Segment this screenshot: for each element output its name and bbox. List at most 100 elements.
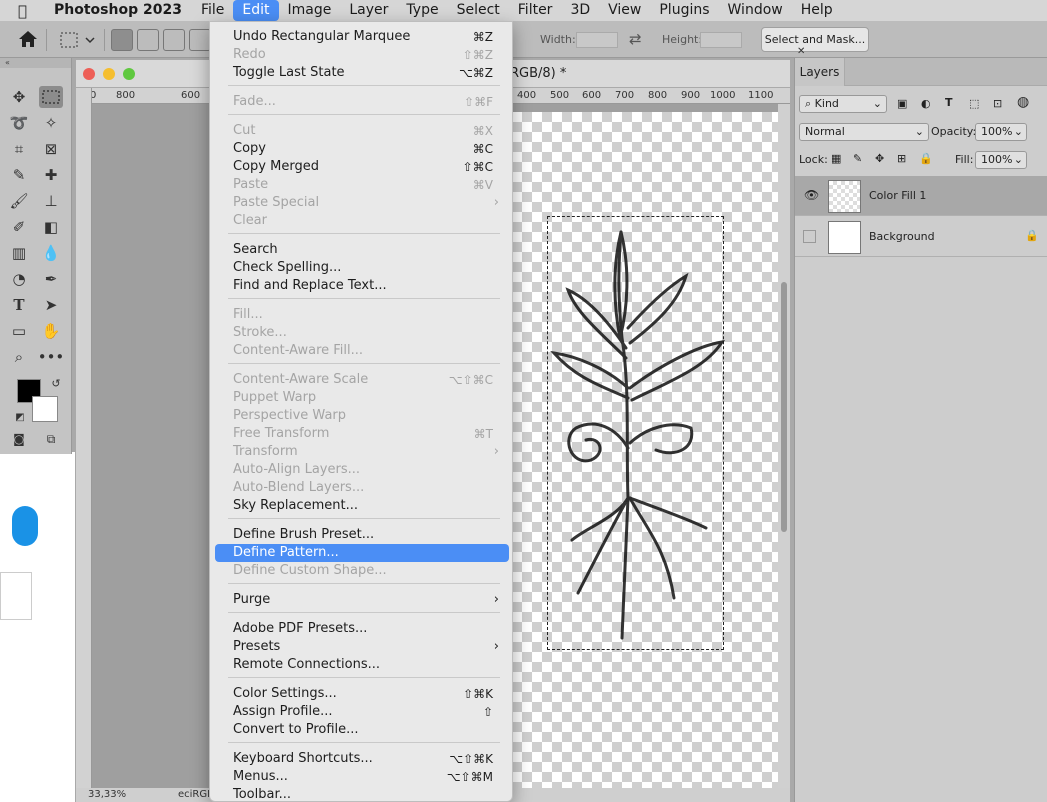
type-tool-icon[interactable]: T (7, 294, 31, 316)
layer-name[interactable]: Background (869, 230, 935, 243)
rectangle-tool-icon[interactable]: ▭ (7, 320, 31, 342)
menu-3d[interactable]: 3D (561, 0, 599, 21)
lock-image-icon[interactable]: ✎ (853, 152, 862, 165)
menu-image[interactable]: Image (279, 0, 341, 21)
menu-item-check-spelling[interactable]: Check Spelling... (215, 259, 509, 277)
menu-filter[interactable]: Filter (509, 0, 562, 21)
minimize-window-icon[interactable] (103, 68, 115, 80)
menu-item-undo-rectangular-marquee[interactable]: Undo Rectangular Marquee ⌘Z (215, 28, 509, 46)
filter-image-icon[interactable]: ▣ (897, 97, 907, 110)
menu-item-presets[interactable]: Presets › (215, 638, 509, 656)
lock-position-icon[interactable]: ✥ (875, 152, 884, 165)
more-tools-icon[interactable]: ••• (38, 346, 65, 368)
stamp-tool-icon[interactable]: ⊥ (39, 190, 63, 212)
width-field[interactable] (576, 32, 618, 48)
filter-adjustment-icon[interactable]: ◐ (921, 97, 931, 110)
subtract-selection-button[interactable] (163, 29, 185, 51)
crop-tool-icon[interactable]: ⌗ (7, 138, 31, 160)
menu-item-menus[interactable]: Menus... ⌥⇧⌘M (215, 768, 509, 786)
brush-tool-icon[interactable]: 🖌 (7, 190, 31, 212)
menu-item-assign-profile[interactable]: Assign Profile... ⇧ (215, 703, 509, 721)
lock-artboard-icon[interactable]: ⊞ (897, 152, 906, 165)
apple-icon[interactable]:  (18, 2, 38, 20)
menu-app-name[interactable]: Photoshop 2023 (52, 0, 192, 21)
menu-help[interactable]: Help (792, 0, 842, 21)
healing-brush-tool-icon[interactable]: ✚ (39, 164, 63, 186)
menu-item-keyboard-shortcuts[interactable]: Keyboard Shortcuts... ⌥⇧⌘K (215, 750, 509, 768)
filter-smart-object-icon[interactable]: ⊡ (993, 97, 1002, 110)
menu-edit[interactable]: Edit (233, 0, 279, 21)
lasso-tool-icon[interactable]: ➰ (7, 112, 31, 134)
eraser-tool-icon[interactable]: ◧ (39, 216, 63, 238)
history-brush-tool-icon[interactable]: ✐ (7, 216, 31, 238)
menu-item-define-pattern[interactable]: Define Pattern... (215, 544, 509, 562)
blend-mode-select[interactable]: Normal ⌄ (799, 123, 929, 141)
add-selection-button[interactable] (137, 29, 159, 51)
lock-transparent-icon[interactable]: ▦ (831, 152, 841, 165)
opacity-input[interactable]: 100% ⌄ (975, 123, 1027, 141)
home-icon[interactable] (18, 30, 38, 48)
select-and-mask-button[interactable]: Select and Mask... (761, 27, 869, 52)
eyedropper-tool-icon[interactable]: ✎ (7, 164, 31, 186)
close-window-icon[interactable] (83, 68, 95, 80)
panel-close-icon[interactable]: ✕ (797, 46, 805, 57)
fill-input[interactable]: 100% ⌄ (975, 151, 1027, 169)
dodge-tool-icon[interactable]: ◔ (7, 268, 31, 290)
menu-view[interactable]: View (599, 0, 650, 21)
menu-plugins[interactable]: Plugins (650, 0, 718, 21)
scrollbar-thumb[interactable] (781, 282, 787, 532)
menu-item-remote-connections[interactable]: Remote Connections... (215, 656, 509, 674)
tab-layers[interactable]: Layers (795, 58, 845, 86)
menu-file[interactable]: File (192, 0, 233, 21)
menu-item-toggle-last-state[interactable]: Toggle Last State ⌥⌘Z (215, 64, 509, 82)
layer-filter-kind[interactable]: ⌕ Kind ⌄ (799, 95, 887, 113)
menu-item-sky-replacement[interactable]: Sky Replacement... (215, 497, 509, 515)
quick-mask-icon[interactable]: ◙ (7, 428, 31, 450)
layer-name[interactable]: Color Fill 1 (869, 189, 926, 202)
layer-row-background[interactable]: Background 🔒 (795, 217, 1047, 257)
intersect-selection-button[interactable] (189, 29, 211, 51)
menu-item-search[interactable]: Search (215, 241, 509, 259)
menu-item-convert-to-profile[interactable]: Convert to Profile... (215, 721, 509, 739)
menu-item-color-settings[interactable]: Color Settings... ⇧⌘K (215, 685, 509, 703)
menu-select[interactable]: Select (448, 0, 509, 21)
swap-colors-icon[interactable]: ↺ (44, 372, 68, 394)
zoom-tool-icon[interactable]: ⌕ (7, 346, 31, 368)
layer-row-color-fill[interactable]: 👁 Color Fill 1 (795, 176, 1047, 216)
height-field[interactable] (700, 32, 742, 48)
menu-item-adobe-pdf-presets[interactable]: Adobe PDF Presets... (215, 620, 509, 638)
new-selection-button[interactable] (111, 29, 133, 51)
gradient-tool-icon[interactable]: ▥ (7, 242, 31, 264)
menu-item-find-and-replace-text[interactable]: Find and Replace Text... (215, 277, 509, 295)
visibility-toggle[interactable] (803, 230, 816, 243)
vertical-scrollbar[interactable] (778, 104, 790, 788)
menu-item-copy-merged[interactable]: Copy Merged ⇧⌘C (215, 158, 509, 176)
menu-type[interactable]: Type (397, 0, 447, 21)
default-colors-icon[interactable]: ◩ (8, 406, 32, 428)
eye-icon[interactable]: 👁 (804, 188, 819, 202)
rectangular-marquee-tool-icon[interactable] (39, 86, 63, 108)
magic-wand-tool-icon[interactable]: ✧ (39, 112, 63, 134)
move-tool-icon[interactable]: ✥ (7, 86, 31, 108)
marquee-preset-icon[interactable] (58, 29, 96, 51)
background-color-swatch[interactable] (32, 396, 58, 422)
zoom-level[interactable]: 33,33% (88, 789, 126, 800)
blur-tool-icon[interactable]: 💧 (39, 242, 63, 264)
menu-layer[interactable]: Layer (340, 0, 397, 21)
path-selection-tool-icon[interactable]: ➤ (39, 294, 63, 316)
lock-all-icon[interactable]: 🔒 (919, 152, 933, 165)
tools-collapse-icon[interactable]: « (0, 58, 71, 68)
zoom-window-icon[interactable] (123, 68, 135, 80)
menu-window[interactable]: Window (719, 0, 792, 21)
menu-item-purge[interactable]: Purge › (215, 591, 509, 609)
menu-item-define-brush-preset[interactable]: Define Brush Preset... (215, 526, 509, 544)
hand-tool-icon[interactable]: ✋ (39, 320, 63, 342)
menu-item-toolbar[interactable]: Toolbar... (215, 786, 509, 802)
menu-item-copy[interactable]: Copy ⌘C (215, 140, 509, 158)
filter-shape-icon[interactable]: ⬚ (969, 97, 979, 110)
filter-toggle-icon[interactable]: ◍ (1017, 94, 1029, 110)
filter-type-icon[interactable]: T (945, 96, 953, 109)
screen-mode-icon[interactable]: ⧉ (39, 428, 63, 450)
pen-tool-icon[interactable]: ✒ (39, 268, 63, 290)
swap-icon[interactable]: ⇄ (629, 30, 642, 48)
